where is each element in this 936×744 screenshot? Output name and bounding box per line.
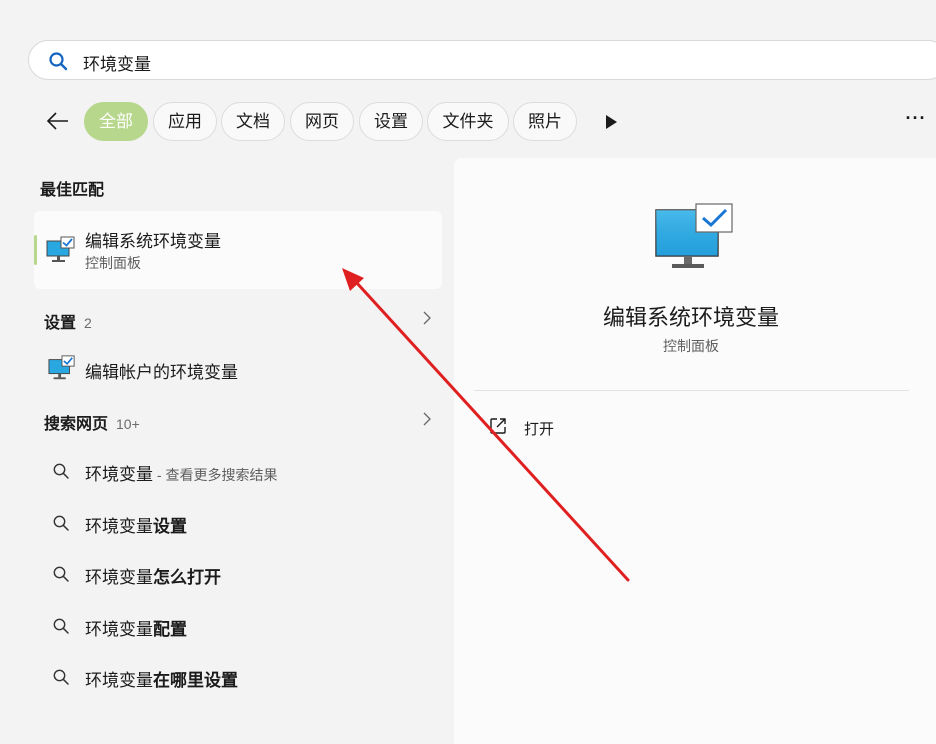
web-result-text: 环境变量在哪里设置: [85, 671, 238, 690]
web-result-text: 环境变量配置: [85, 620, 187, 639]
filter-chip-apps[interactable]: 应用: [153, 102, 217, 141]
monitor-check-icon: [655, 203, 733, 268]
monitor-check-icon: [48, 355, 75, 380]
settings-result-label: 编辑帐户的环境变量: [85, 363, 238, 382]
search-icon: [53, 669, 69, 685]
filter-chip-all[interactable]: 全部: [84, 102, 148, 141]
best-match-title: 编辑系统环境变量: [85, 232, 221, 251]
web-result-text: 环境变量 - 查看更多搜索结果: [85, 465, 278, 484]
detail-title: 编辑系统环境变量: [602, 305, 779, 330]
web-heading-label: 搜索网页: [44, 416, 109, 433]
web-result-text: 环境变量怎么打开: [85, 568, 221, 587]
open-button[interactable]: 打开: [478, 410, 678, 444]
chevron-right-icon[interactable]: [421, 411, 433, 427]
web-result-item[interactable]: 环境变量设置: [34, 500, 442, 544]
best-match-card[interactable]: 编辑系统环境变量 控制面板: [34, 211, 442, 289]
filter-chip-folders[interactable]: 文件夹: [427, 102, 509, 141]
web-section-heading[interactable]: 搜索网页 10+: [44, 410, 140, 434]
divider: [474, 390, 909, 391]
filter-chip-documents[interactable]: 文档: [221, 102, 285, 141]
search-box[interactable]: 环境变量: [28, 40, 936, 80]
search-icon: [53, 463, 69, 479]
more-options-button[interactable]: ···: [903, 108, 929, 132]
detail-panel: 编辑系统环境变量 控制面板 打开: [454, 158, 936, 744]
open-label: 打开: [524, 421, 555, 438]
detail-subtitle: 控制面板: [663, 338, 719, 354]
open-external-icon: [490, 418, 506, 434]
settings-result-item[interactable]: 编辑帐户的环境变量: [34, 346, 442, 390]
selection-indicator: [34, 235, 37, 265]
web-result-item[interactable]: 环境变量 - 查看更多搜索结果: [34, 448, 442, 492]
settings-count: 2: [84, 315, 92, 331]
chevron-right-icon[interactable]: [421, 310, 433, 326]
monitor-check-icon: [46, 236, 75, 262]
web-result-text: 环境变量设置: [85, 517, 187, 536]
web-result-item[interactable]: 环境变量配置: [34, 603, 442, 647]
search-icon: [49, 52, 68, 71]
best-match-heading: 最佳匹配: [40, 182, 105, 199]
filter-chip-photos[interactable]: 照片: [513, 102, 577, 141]
search-icon: [53, 618, 69, 634]
filter-chip-web[interactable]: 网页: [290, 102, 354, 141]
web-result-item[interactable]: 环境变量怎么打开: [34, 551, 442, 595]
settings-heading-label: 设置: [44, 315, 77, 332]
back-arrow-icon[interactable]: [44, 107, 72, 135]
search-icon: [53, 566, 69, 582]
search-icon: [53, 515, 69, 531]
play-icon[interactable]: [603, 113, 619, 131]
filter-chip-settings[interactable]: 设置: [359, 102, 423, 141]
web-result-item[interactable]: 环境变量在哪里设置: [34, 654, 442, 698]
best-match-subtitle: 控制面板: [85, 255, 141, 271]
web-count: 10+: [116, 416, 140, 432]
search-input[interactable]: 环境变量: [83, 50, 151, 75]
settings-section-heading[interactable]: 设置 2: [44, 309, 92, 333]
